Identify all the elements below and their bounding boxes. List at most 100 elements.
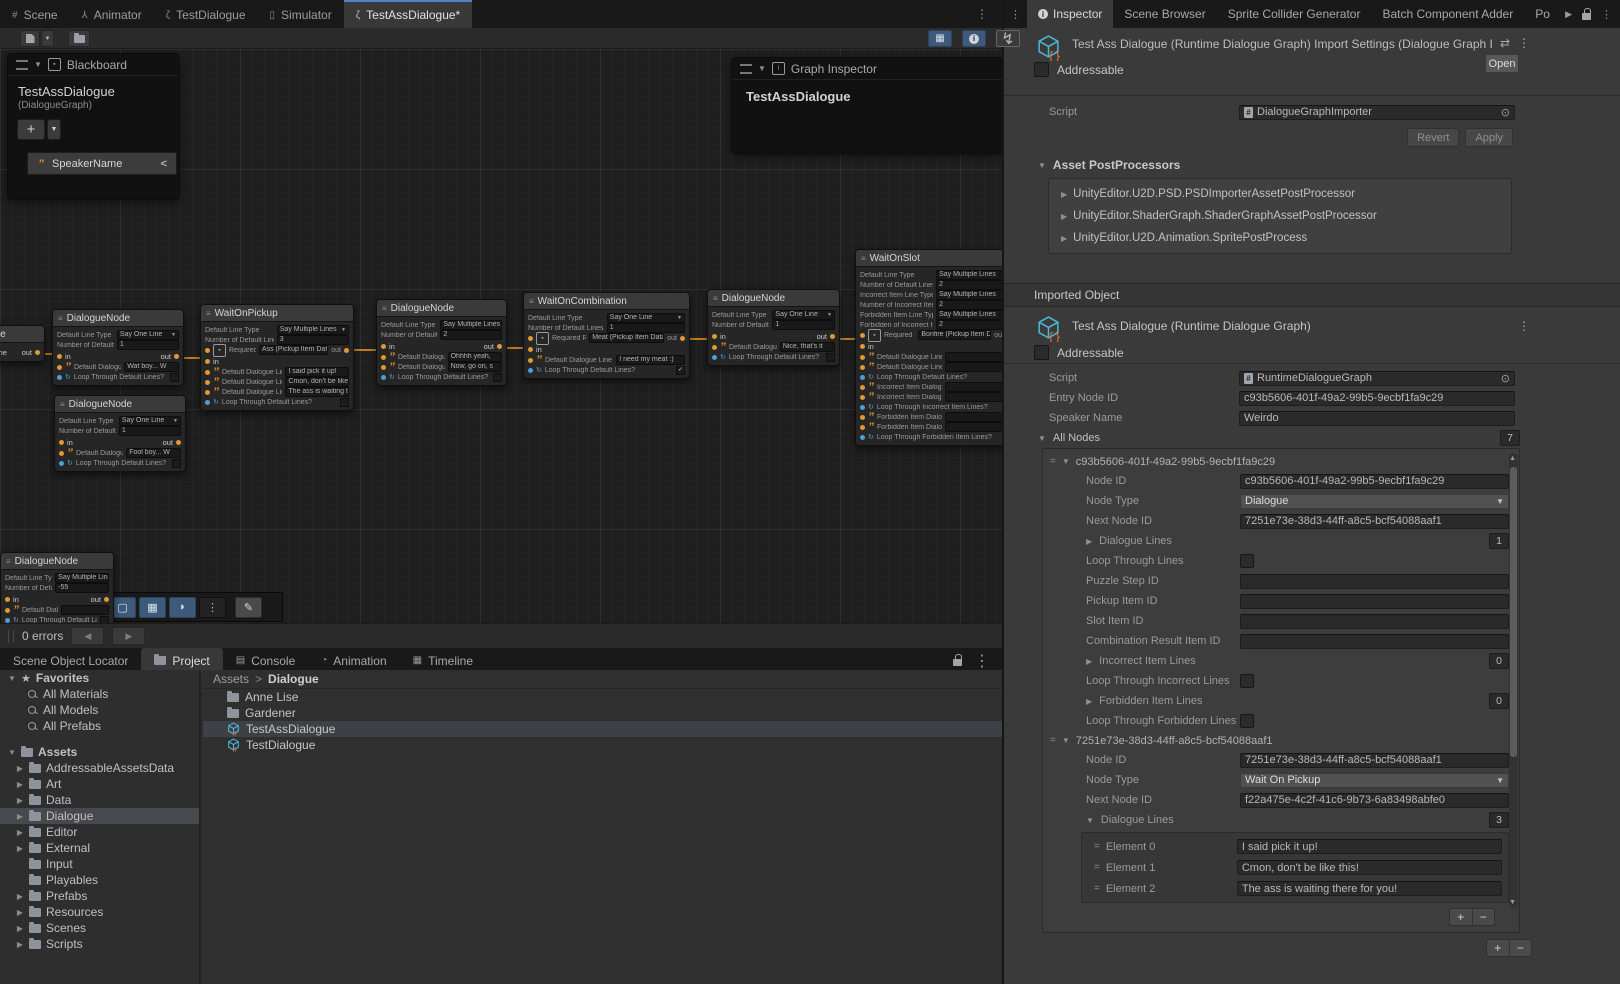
- field-value[interactable]: Say Multiple Lines▼: [55, 573, 109, 583]
- field-port[interactable]: [860, 355, 865, 360]
- foldout-row-dialogue-lines[interactable]: ▶Dialogue Lines1: [1043, 531, 1509, 551]
- line-field[interactable]: [945, 362, 1002, 372]
- graph-inspector-toggle-button[interactable]: i: [962, 30, 986, 47]
- tree-folder-scenes[interactable]: ▶Scenes: [0, 920, 199, 936]
- node-title[interactable]: ≡StartNode: [0, 326, 44, 343]
- collapse-chevron-icon[interactable]: <: [161, 158, 167, 170]
- drag-handle-icon[interactable]: =: [1094, 883, 1100, 894]
- line-field[interactable]: The ass is waiting there for y: [285, 387, 349, 397]
- field-port[interactable]: [860, 405, 865, 410]
- node-title[interactable]: ≡DialogueNode: [708, 290, 839, 307]
- field-port[interactable]: [205, 370, 210, 375]
- tree-folder-addressableassetsdata[interactable]: ▶AddressableAssetsData: [0, 760, 199, 776]
- field-value[interactable]: Say Multiple Lines▼: [936, 290, 1002, 300]
- expand-arrow-icon[interactable]: ▶: [16, 940, 24, 949]
- next-error-button[interactable]: ▶: [112, 627, 145, 645]
- property-dropdown[interactable]: Wait On Pickup▼: [1240, 773, 1509, 788]
- object-more-icon[interactable]: ⋮: [1518, 319, 1530, 333]
- postprocessors-foldout[interactable]: ▼ Asset PostProcessors: [1004, 153, 1620, 176]
- graph-node-dialoguenode[interactable]: ≡DialogueNodeDefault Line TypeSay One Li…: [52, 309, 184, 386]
- field-port[interactable]: [860, 435, 865, 440]
- add-element-button[interactable]: +: [1487, 940, 1510, 956]
- graph-node-waitoncombination[interactable]: ≡WaitOnCombinationDefault Line TypeSay O…: [523, 292, 690, 379]
- field-value[interactable]: Say Multiple Lines▼: [277, 325, 349, 335]
- field-value[interactable]: 1: [607, 323, 685, 333]
- node-entry-7251e73e[interactable]: =▼7251e73e-38d3-44ff-a8c5-bcf54088aaf1: [1043, 731, 1509, 750]
- line-field[interactable]: Ohhhh yeah,: [448, 352, 502, 362]
- field-port[interactable]: [712, 355, 717, 360]
- more-button[interactable]: ⋮: [199, 597, 226, 618]
- scroll-up-icon[interactable]: ▲: [1509, 455, 1516, 462]
- line-field[interactable]: I said pick it up!: [285, 367, 349, 377]
- field-port[interactable]: [528, 368, 533, 373]
- revert-button[interactable]: Revert: [1407, 128, 1459, 147]
- line-field[interactable]: Wat boy... W: [124, 362, 179, 372]
- field-port[interactable]: [205, 400, 210, 405]
- scroll-down-icon[interactable]: ▼: [1509, 899, 1516, 906]
- output-port[interactable]: [344, 348, 349, 353]
- tree-folder-input[interactable]: Input: [0, 856, 199, 872]
- property-field[interactable]: f22a475e-4c2f-41c6-9b73-6a83498abfe0: [1240, 793, 1509, 808]
- graph-node-startnode[interactable]: ≡StartNodeSpeakerNameout: [0, 325, 45, 362]
- save-dropdown-button[interactable]: ▼: [41, 30, 54, 47]
- property-field[interactable]: 7251e73e-38d3-44ff-a8c5-bcf54088aaf1: [1240, 514, 1509, 529]
- tree-folder-scripts[interactable]: ▶Scripts: [0, 936, 199, 952]
- lock-icon[interactable]: [953, 659, 962, 666]
- save-button[interactable]: [20, 30, 40, 47]
- array-size-field[interactable]: 0: [1489, 693, 1509, 709]
- field-port[interactable]: [205, 380, 210, 385]
- input-port[interactable]: [59, 440, 64, 445]
- add-element-button[interactable]: +: [1450, 909, 1473, 925]
- edit-button[interactable]: ✎: [235, 597, 262, 618]
- tree-folder-prefabs[interactable]: ▶Prefabs: [0, 888, 199, 904]
- property-field[interactable]: [1240, 594, 1509, 609]
- expand-arrow-icon[interactable]: ▶: [16, 844, 24, 853]
- expand-arrow-icon[interactable]: ▶: [16, 828, 24, 837]
- checkbox[interactable]: [100, 616, 109, 624]
- node-title[interactable]: ≡WaitOnPickup: [201, 305, 353, 322]
- field-value[interactable]: 2: [936, 300, 1002, 310]
- field-port[interactable]: [860, 415, 865, 420]
- editor-tab-testassdialogue[interactable]: ζTestAssDialogue*: [344, 0, 472, 28]
- graph-canvas[interactable]: ▼ ▪ Blackboard TestAssDialogue (Dialogue…: [0, 49, 1002, 623]
- drag-handle-icon[interactable]: =: [1094, 862, 1100, 873]
- expand-arrow-icon[interactable]: ▶: [16, 812, 24, 821]
- foldout-arrow-icon[interactable]: ▼: [758, 64, 766, 73]
- checkbox[interactable]: [826, 353, 835, 362]
- checkbox[interactable]: [1240, 554, 1254, 568]
- expand-arrow-icon[interactable]: ▶: [16, 892, 24, 901]
- input-port[interactable]: [57, 354, 62, 359]
- inspector-tab-po[interactable]: Po: [1524, 0, 1561, 28]
- property-field[interactable]: c93b5606-401f-49a2-99b5-9ecbf1fa9c29: [1240, 474, 1509, 489]
- output-port[interactable]: [35, 350, 40, 355]
- line-field[interactable]: [945, 382, 1002, 392]
- field-value[interactable]: Say Multiple Lines▼: [440, 320, 502, 330]
- inspector-tab-sprite-collider-generator[interactable]: Sprite Collider Generator: [1217, 0, 1372, 28]
- graph-node-dialoguenode[interactable]: ≡DialogueNodeDefault Line TypeSay Multip…: [376, 299, 507, 386]
- errors-drag-handle[interactable]: [8, 630, 14, 643]
- field-value[interactable]: 2: [440, 330, 502, 340]
- output-port[interactable]: [176, 440, 181, 445]
- array-size-field[interactable]: 0: [1489, 653, 1509, 669]
- panel-more-icon[interactable]: ⋮: [974, 651, 990, 671]
- property-dropdown[interactable]: Dialogue▼: [1240, 494, 1509, 509]
- field-port[interactable]: [205, 390, 210, 395]
- field-port[interactable]: [5, 608, 10, 613]
- scrollbar-thumb[interactable]: [1510, 467, 1517, 757]
- property-field[interactable]: [1240, 574, 1509, 589]
- show-in-project-button[interactable]: [68, 30, 90, 47]
- favorite-item-all-models[interactable]: All Models: [0, 702, 199, 718]
- field-port[interactable]: [860, 375, 865, 380]
- object-field[interactable]: Bonfire (Pickup Item Da⊙: [918, 330, 991, 340]
- add-property-button[interactable]: +: [17, 119, 45, 140]
- object-picker-icon[interactable]: ⊙: [1501, 372, 1510, 385]
- line-field[interactable]: [61, 605, 109, 615]
- checkbox[interactable]: [493, 373, 502, 382]
- line-field[interactable]: Cmon, don't be like this!: [285, 377, 349, 387]
- postprocessor-unityeditor-shadergraph-shadergraphassetpostprocessor[interactable]: ▶UnityEditor.ShaderGraph.ShaderGraphAsse…: [1049, 205, 1511, 227]
- node-entry-c93b5606[interactable]: =▼c93b5606-401f-49a2-99b5-9ecbf1fa9c29: [1043, 452, 1509, 471]
- checkbox[interactable]: [170, 373, 179, 382]
- graph-node-dialoguenode[interactable]: ≡DialogueNodeDefault Line TypeSay Multip…: [0, 552, 114, 623]
- object-picker-icon[interactable]: ⊙: [1501, 106, 1510, 119]
- field-port[interactable]: [712, 345, 717, 350]
